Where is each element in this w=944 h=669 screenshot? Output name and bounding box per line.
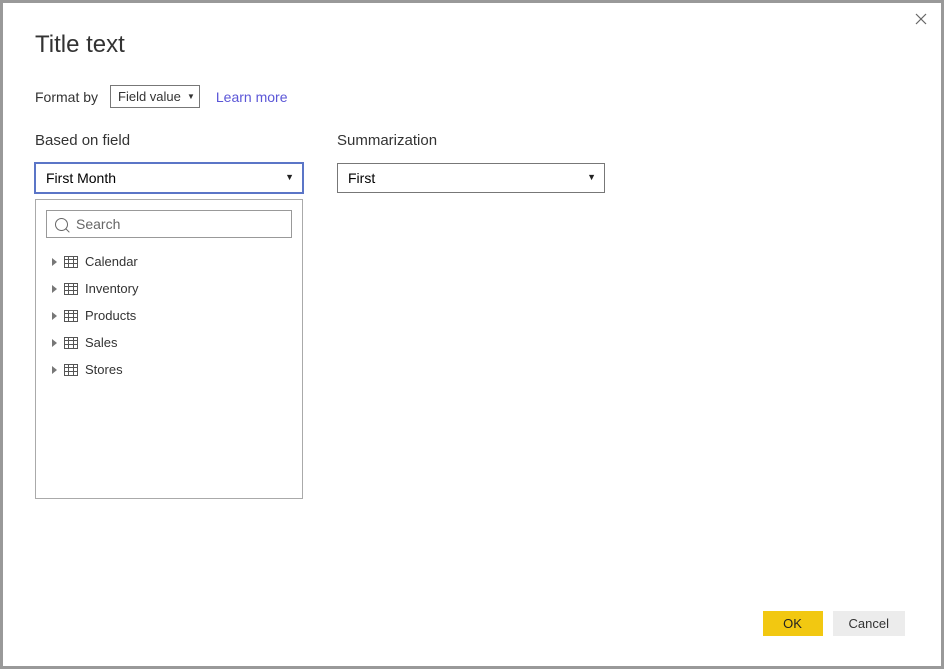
tree-item-label: Inventory bbox=[85, 281, 138, 296]
tree-item-inventory[interactable]: Inventory bbox=[50, 275, 292, 302]
tree-item-label: Sales bbox=[85, 335, 118, 350]
summarization-label: Summarization bbox=[337, 132, 605, 149]
format-by-label: Format by bbox=[35, 89, 98, 105]
chevron-right-icon bbox=[52, 366, 57, 374]
dialog-title: Title text bbox=[35, 31, 909, 59]
chevron-right-icon bbox=[52, 312, 57, 320]
chevron-right-icon bbox=[52, 339, 57, 347]
based-on-field-dropdown[interactable]: First Month bbox=[35, 163, 303, 193]
summarization-column: Summarization First bbox=[337, 132, 605, 499]
cancel-button[interactable]: Cancel bbox=[833, 611, 905, 636]
chevron-right-icon bbox=[52, 285, 57, 293]
search-icon bbox=[55, 218, 68, 231]
table-icon bbox=[64, 310, 78, 322]
tree-item-label: Calendar bbox=[85, 254, 138, 269]
field-picker-flyout: Calendar Inventory Products bbox=[35, 199, 303, 499]
format-by-row: Format by Field value Learn more bbox=[35, 85, 909, 108]
summarization-dropdown[interactable]: First bbox=[337, 163, 605, 193]
summarization-value: First bbox=[348, 170, 375, 186]
based-on-field-label: Based on field bbox=[35, 132, 303, 149]
tree-item-sales[interactable]: Sales bbox=[50, 329, 292, 356]
search-input[interactable] bbox=[76, 216, 283, 232]
table-icon bbox=[64, 256, 78, 268]
format-by-value: Field value bbox=[118, 89, 181, 104]
title-text-dialog: Title text Format by Field value Learn m… bbox=[3, 3, 941, 666]
based-on-field-value: First Month bbox=[46, 170, 116, 186]
search-box[interactable] bbox=[46, 210, 292, 238]
format-by-select[interactable]: Field value bbox=[110, 85, 200, 108]
tree-item-label: Products bbox=[85, 308, 136, 323]
tree-item-calendar[interactable]: Calendar bbox=[50, 248, 292, 275]
tree-item-products[interactable]: Products bbox=[50, 302, 292, 329]
close-button[interactable] bbox=[911, 9, 931, 29]
chevron-right-icon bbox=[52, 258, 57, 266]
table-icon bbox=[64, 364, 78, 376]
tree-item-stores[interactable]: Stores bbox=[50, 356, 292, 383]
dialog-footer: OK Cancel bbox=[3, 611, 941, 666]
table-icon bbox=[64, 337, 78, 349]
ok-button[interactable]: OK bbox=[763, 611, 823, 636]
field-tree: Calendar Inventory Products bbox=[46, 248, 292, 383]
tree-item-label: Stores bbox=[85, 362, 123, 377]
table-icon bbox=[64, 283, 78, 295]
learn-more-link[interactable]: Learn more bbox=[216, 89, 288, 105]
based-on-field-column: Based on field First Month Calendar bbox=[35, 132, 303, 499]
